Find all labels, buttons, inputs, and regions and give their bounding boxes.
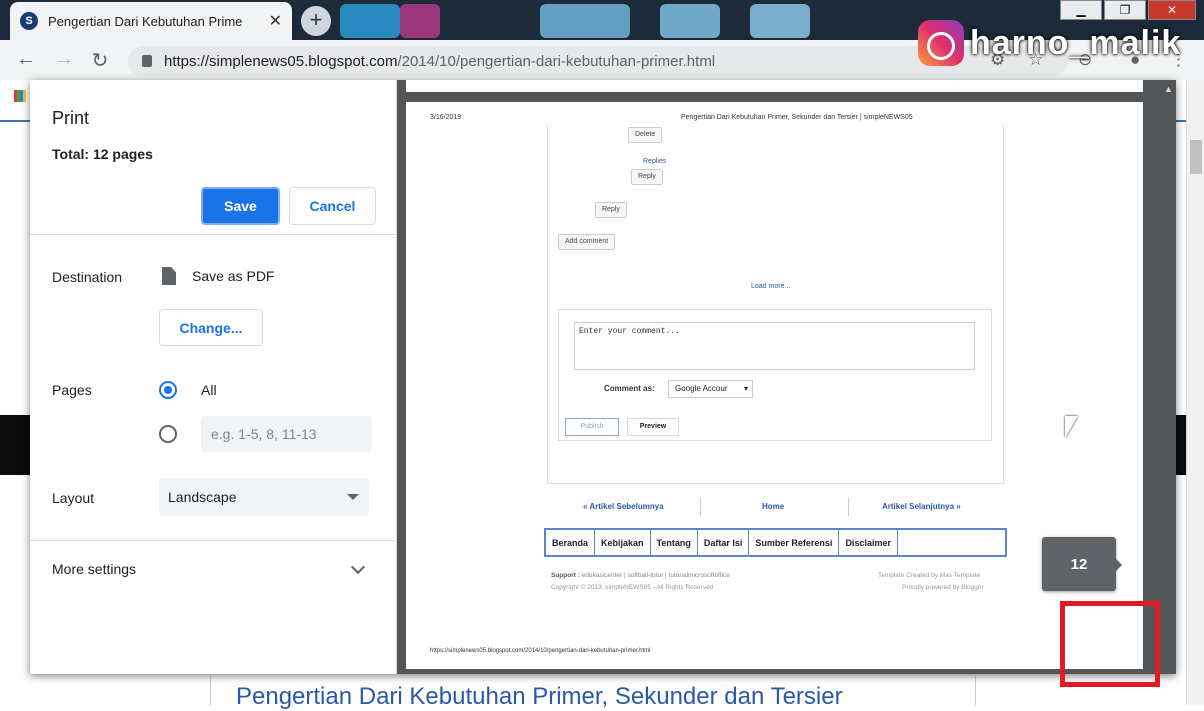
annotation-highlight-box	[1060, 601, 1160, 687]
copyright-line: Copyright © 2013. simpleNEWS05 - All Rig…	[551, 584, 714, 591]
menu-item: Beranda	[546, 530, 596, 555]
total-pages: Total: 12 pages	[52, 146, 153, 162]
blurred-tab-background	[340, 4, 400, 38]
mouse-cursor-icon	[1065, 416, 1078, 438]
window-controls: ▁ ❐ ✕	[1060, 0, 1196, 20]
url-text: https://simplenews05.blogspot.com/2014/1…	[164, 52, 716, 70]
article-heading: Pengertian Dari Kebutuhan Primer, Sekund…	[236, 683, 843, 710]
comment-as-select: Google Accour	[668, 380, 753, 398]
reply-button: Reply	[595, 202, 627, 218]
layout-value: Landscape	[168, 489, 237, 505]
reply-button: Reply	[631, 169, 663, 185]
preview-button: Preview	[627, 418, 679, 436]
print-settings-panel: Print Total: 12 pages Save Cancel Destin…	[30, 80, 397, 674]
menu-item: Daftar Isi	[698, 530, 750, 555]
pages-label: Pages	[52, 382, 92, 398]
blurred-tab-background	[400, 4, 440, 38]
publish-button: Publish	[565, 418, 619, 436]
divider	[848, 498, 849, 516]
delete-button: Delete	[628, 127, 663, 143]
load-more-link: Load more...	[751, 283, 791, 290]
print-title: Print	[52, 108, 90, 128]
blurred-tab-background	[750, 4, 810, 38]
template-credit: Template Created by Mas Template	[878, 572, 981, 579]
lock-icon	[142, 55, 152, 67]
scrollbar-thumb[interactable]	[1190, 140, 1202, 174]
blurred-tab-background	[540, 4, 630, 38]
active-tab[interactable]: S Pengertian Dari Kebutuhan Prime ✕	[10, 2, 292, 40]
more-settings-label: More settings	[52, 561, 137, 577]
blurred-tab-background	[660, 4, 720, 38]
menu-item: Kebijakan	[595, 530, 651, 555]
menu-item: Disclaimer	[839, 530, 898, 555]
divider	[700, 498, 701, 516]
page-header-date: 3/16/2019	[430, 114, 462, 121]
cancel-button[interactable]: Cancel	[289, 187, 376, 225]
page-scrollbar[interactable]	[1186, 80, 1204, 705]
reload-icon[interactable]: ↻	[88, 48, 112, 73]
home-link: Home	[762, 502, 785, 511]
prev-article-link: « Artikel Sebelumnya	[583, 502, 664, 511]
layout-label: Layout	[52, 490, 95, 506]
preview-scrollbar[interactable]: ▲	[1162, 80, 1176, 674]
destination-value: Save as PDF	[192, 268, 275, 284]
footer-menu: Beranda Kebijakan Tentang Daftar Isi Sum…	[544, 528, 1007, 557]
comment-textarea: Enter your comment...	[574, 322, 975, 370]
forward-icon[interactable]: →	[52, 48, 76, 71]
more-settings-toggle[interactable]: More settings	[30, 540, 397, 600]
instagram-watermark: harno_malik	[918, 20, 1181, 66]
new-tab-button[interactable]: +	[301, 6, 331, 36]
minimize-button[interactable]: ▁	[1060, 0, 1102, 20]
apps-icon[interactable]	[14, 90, 26, 102]
add-comment-button: Add comment	[558, 234, 616, 250]
article-navigation: « Artikel Sebelumnya Home Artikel Selanj…	[548, 498, 1004, 522]
page-header-title: Pengertian Dari Kebutuhan Primer, Sekund…	[681, 114, 913, 121]
replies-link: Replies	[643, 158, 667, 165]
page-footer-url: https://simplenews05.blogspot.com/2014/1…	[430, 648, 651, 654]
tab-title: Pengertian Dari Kebutuhan Prime	[48, 13, 243, 29]
save-button[interactable]: Save	[201, 187, 280, 225]
close-window-button[interactable]: ✕	[1148, 0, 1196, 20]
back-icon[interactable]: ←	[14, 48, 38, 71]
file-icon	[162, 267, 176, 285]
dropdown-caret-icon	[347, 494, 359, 500]
page-number-badge: 12	[1042, 537, 1122, 591]
support-line: Support : edukasicenter | softball-tutor…	[551, 572, 730, 579]
pages-all-radio[interactable]	[159, 381, 177, 399]
menu-item: Sumber Referensi	[749, 530, 840, 555]
scroll-up-icon[interactable]: ▲	[1164, 84, 1173, 94]
pages-range-input[interactable]	[201, 416, 372, 452]
change-destination-button[interactable]: Change...	[159, 309, 263, 346]
chevron-down-icon	[350, 559, 366, 575]
tab-close-icon[interactable]: ✕	[269, 11, 282, 31]
pages-all-label: All	[201, 382, 217, 398]
pages-custom-radio[interactable]	[159, 425, 177, 443]
maximize-button[interactable]: ❐	[1104, 0, 1146, 20]
site-favicon-icon: S	[20, 12, 38, 30]
next-article-link: Artikel Selanjutnya »	[882, 502, 961, 511]
destination-label: Destination	[52, 269, 123, 285]
divider	[30, 234, 397, 235]
preview-page: 3/16/2019 Pengertian Dari Kebutuhan Prim…	[406, 102, 1143, 669]
powered-by: Proudly powered by Blogger	[902, 584, 984, 591]
layout-select[interactable]: Landscape	[159, 478, 369, 516]
print-dialog: Print Total: 12 pages Save Cancel Destin…	[30, 80, 1176, 674]
menu-item: Tentang	[651, 530, 698, 555]
previous-page-edge	[406, 80, 1143, 92]
comment-as-label: Comment as:	[604, 384, 655, 393]
watermark-text: harno_malik	[970, 23, 1182, 62]
instagram-icon	[918, 20, 964, 66]
